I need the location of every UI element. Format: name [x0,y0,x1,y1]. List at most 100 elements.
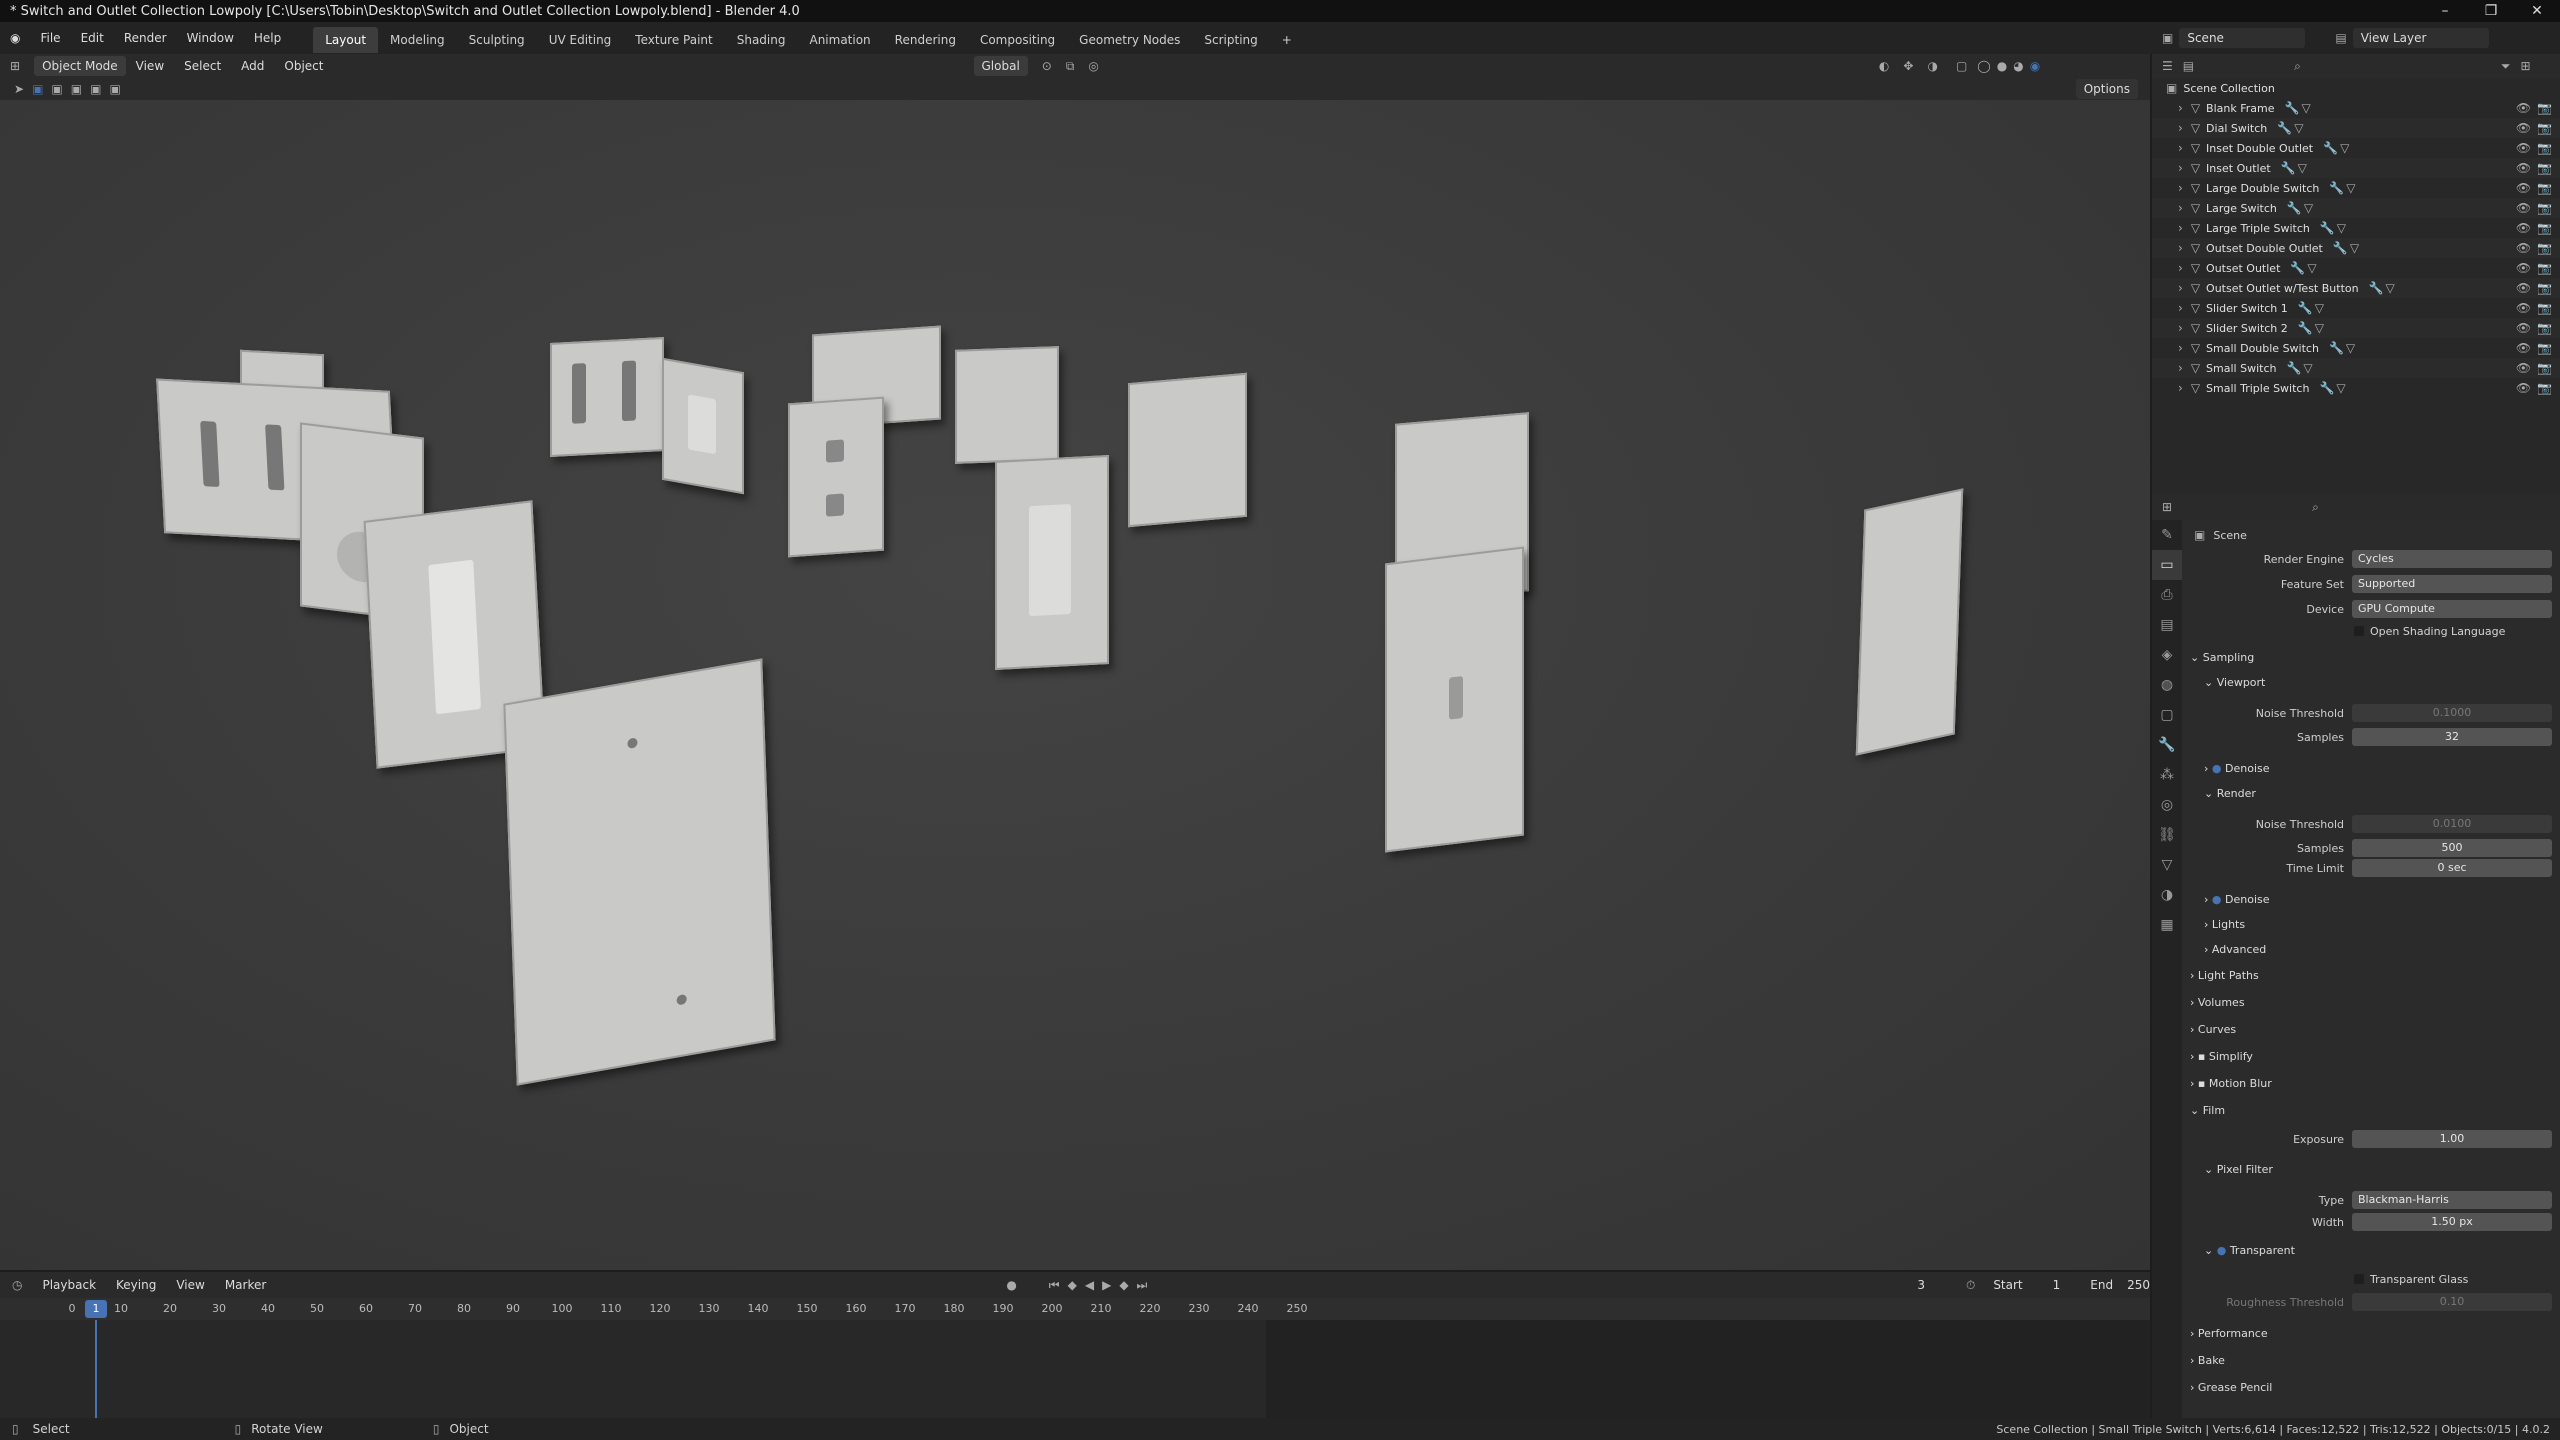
outliner-item[interactable]: › ▽ Dial Switch 🔧 ▽ 👁 📷 [2152,118,2560,138]
motion-blur-panel-header[interactable]: › ▪ Motion Blur [2190,1077,2272,1090]
sampling-panel-header[interactable]: ⌄ Sampling [2190,651,2254,664]
xray-icon[interactable]: ▢ [1956,59,1967,73]
eye-icon[interactable]: 👁 [2516,141,2531,155]
tab-rendering[interactable]: Rendering [883,27,968,53]
blender-logo-icon[interactable]: ◉ [0,22,30,54]
exposure-field[interactable]: 1.00 [2352,1130,2552,1148]
expand-arrow-icon[interactable]: › [2178,301,2183,315]
eye-icon[interactable]: 👁 [2516,161,2531,175]
eye-icon[interactable]: 👁 [2516,221,2531,235]
current-frame-field[interactable]: 3 [1917,1278,1936,1292]
viewport-noise-field[interactable]: 0.1000 [2352,704,2552,722]
eye-icon[interactable]: 👁 [2516,101,2531,115]
camera-icon[interactable]: 📷 [2537,381,2552,395]
outliner-item[interactable]: › ▽ Large Double Switch 🔧 ▽ 👁 📷 [2152,178,2560,198]
jump-start-icon[interactable]: ⏮ [1049,1278,1060,1293]
expand-arrow-icon[interactable]: › [2178,341,2183,355]
blank-frame[interactable] [503,658,776,1086]
proportional-edit-icon[interactable]: ◎ [1088,59,1098,73]
duplex-outlet[interactable] [788,396,884,558]
options-button[interactable]: Options [2075,79,2138,99]
maximize-button[interactable]: ❐ [2468,0,2514,22]
timeline-ruler[interactable]: 0 10 20 30 40 50 60 70 80 90 100 110 120 130 140 150 160… [0,1298,2150,1320]
light-paths-panel-header[interactable]: › Light Paths [2190,969,2259,982]
outliner-item[interactable]: › ▽ Small Triple Switch 🔧 ▽ 👁 📷 [2152,378,2560,398]
outliner-item[interactable]: › ▽ Outset Outlet 🔧 ▽ 👁 📷 [2152,258,2560,278]
filter-width-field[interactable]: 1.50 px [2352,1213,2552,1231]
expand-arrow-icon[interactable]: › [2178,221,2183,235]
filter-icon[interactable]: ⏷ [2501,59,2511,74]
expand-arrow-icon[interactable]: › [2178,321,2183,335]
expand-arrow-icon[interactable]: › [2178,201,2183,215]
camera-icon[interactable]: 📷 [2537,261,2552,275]
eye-icon[interactable]: 👁 [2516,201,2531,215]
expand-arrow-icon[interactable]: › [2178,161,2183,175]
camera-icon[interactable]: 📷 [2537,201,2552,215]
expand-arrow-icon[interactable]: › [2178,121,2183,135]
camera-icon[interactable]: 📷 [2537,321,2552,335]
render-tab-icon[interactable]: ▭ [2152,550,2182,580]
eye-icon[interactable]: 👁 [2516,381,2531,395]
camera-icon[interactable]: 📷 [2537,141,2552,155]
camera-icon[interactable]: 📷 [2537,361,2552,375]
tab-scripting[interactable]: Scripting [1192,27,1269,53]
outliner-root[interactable]: Scene Collection [2183,82,2274,95]
eye-icon[interactable]: 👁 [2516,241,2531,255]
mode-selector[interactable]: Object Mode [34,56,126,76]
tab-layout[interactable]: Layout [313,26,379,53]
transform-orientation-selector[interactable]: Global [973,56,1028,76]
scene-tab-icon[interactable]: ◈ [2152,640,2182,670]
object-tab-icon[interactable]: ▢ [2152,700,2182,730]
timeline-menu-view[interactable]: View [166,1269,214,1301]
film-panel-header[interactable]: ⌄ Film [2190,1104,2225,1117]
end-frame-field[interactable]: 250 [2127,1278,2150,1292]
wireframe-shading-icon[interactable]: ◯ [1977,59,1990,73]
eye-icon[interactable]: 👁 [2516,341,2531,355]
outliner-item[interactable]: › ▽ Slider Switch 1 🔧 ▽ 👁 📷 [2152,298,2560,318]
advanced-subpanel-header[interactable]: › Advanced [2204,943,2266,956]
expand-arrow-icon[interactable]: › [2178,381,2183,395]
stopwatch-icon[interactable]: ⏱ [1966,1278,1975,1293]
outliner-item[interactable]: › ▽ Inset Double Outlet 🔧 ▽ 👁 📷 [2152,138,2560,158]
add-workspace-icon[interactable]: + [1270,27,1304,53]
start-frame-field[interactable]: 1 [2053,1278,2061,1292]
outliner-item[interactable]: › ▽ Outset Double Outlet 🔧 ▽ 👁 📷 [2152,238,2560,258]
next-keyframe-icon[interactable]: ◆ [1119,1278,1128,1292]
physics-tab-icon[interactable]: ◎ [2152,790,2182,820]
device-select[interactable]: GPU Compute [2352,600,2552,618]
play-reverse-icon[interactable]: ◀ [1085,1278,1094,1292]
camera-icon[interactable]: 📷 [2537,181,2552,195]
new-collection-icon[interactable]: ⊞ [2520,59,2530,73]
timeline-menu-marker[interactable]: Marker [215,1269,276,1301]
simplify-panel-header[interactable]: › ▪ Simplify [2190,1050,2253,1063]
select-invert-icon[interactable]: ▣ [90,82,101,96]
pixel-filter-subpanel-header[interactable]: ⌄ Pixel Filter [2204,1163,2273,1176]
texture-tab-icon[interactable]: ▦ [2152,910,2182,940]
curves-panel-header[interactable]: › Curves [2190,1023,2236,1036]
transparent-glass-checkbox[interactable] [2354,1274,2364,1284]
data-tab-icon[interactable]: ▽ [2152,850,2182,880]
eye-icon[interactable]: 👁 [2516,261,2531,275]
pivot-icon[interactable]: ⊙ [1042,59,1052,73]
filter-type-select[interactable]: Blackman-Harris [2352,1191,2552,1209]
timeline-menu-keying[interactable]: Keying [106,1269,166,1301]
editor-type-icon[interactable]: ⊞ [10,59,20,73]
close-button[interactable]: ✕ [2514,0,2560,22]
constraints-tab-icon[interactable]: ⛓ [2152,820,2182,850]
scene-selector[interactable]: Scene [2179,28,2306,48]
outliner-item[interactable]: › ▽ Outset Outlet w/Test Button 🔧 ▽ 👁 📷 [2152,278,2560,298]
render-denoise-header[interactable]: › ● Denoise [2204,893,2270,906]
gizmo-icon[interactable]: ✥ [1903,59,1913,73]
outliner-item[interactable]: › ▽ Blank Frame 🔧 ▽ 👁 📷 [2152,98,2560,118]
play-icon[interactable]: ▶ [1102,1278,1111,1292]
double-toggle-switch[interactable] [955,346,1059,464]
roughness-threshold-field[interactable]: 0.10 [2352,1293,2552,1311]
expand-arrow-icon[interactable]: › [2178,141,2183,155]
camera-icon[interactable]: 📷 [2537,101,2552,115]
visibility-icon[interactable]: ◐ [1879,59,1889,73]
select-box-icon[interactable]: ▣ [32,82,43,96]
expand-arrow-icon[interactable]: › [2178,181,2183,195]
snap-icon[interactable]: ⧉ [1066,59,1075,74]
menu-file[interactable]: File [30,22,70,54]
display-mode-icon[interactable]: ▤ [2183,59,2194,73]
